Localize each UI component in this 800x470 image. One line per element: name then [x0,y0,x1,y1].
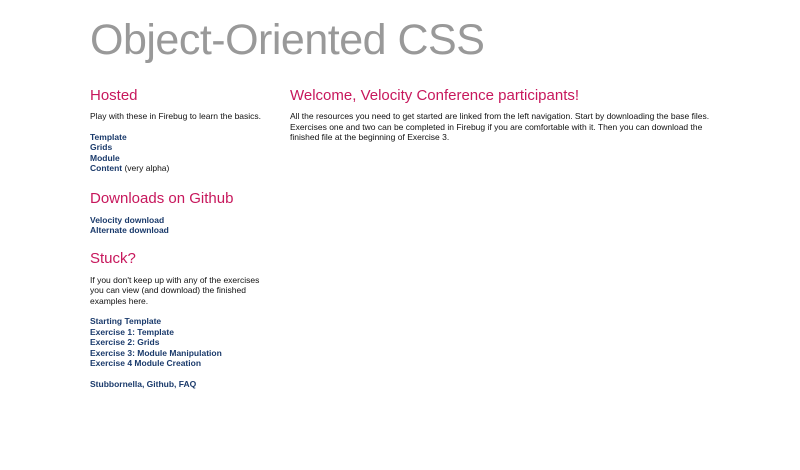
exercise-2-link[interactable]: Exercise 2: Grids [90,337,159,347]
site-title: Object-Oriented CSS [90,16,485,64]
starting-template-link[interactable]: Starting Template [90,316,161,326]
list-item: Content (very alpha) [90,163,270,174]
grids-link[interactable]: Grids [90,142,112,152]
hosted-heading: Hosted [90,87,138,104]
main-content: Welcome, Velocity Conference participant… [290,86,710,143]
welcome-body: All the resources you need to get starte… [290,111,710,142]
content-link[interactable]: Content [90,163,122,173]
alternate-download-link[interactable]: Alternate download [90,225,169,235]
exercise-link-list: Starting Template Exercise 1: Template E… [90,316,270,369]
exercise-3-link[interactable]: Exercise 3: Module Manipulation [90,348,222,358]
list-item: Exercise 1: Template [90,327,270,338]
list-item: Module [90,153,270,164]
list-item: Exercise 4 Module Creation [90,358,270,369]
downloads-heading: Downloads on Github [90,189,234,207]
list-item: Alternate download [90,225,270,236]
stuck-heading: Stuck? [90,249,136,267]
hosted-link-list: Template Grids Module Content (very alph… [90,132,270,174]
content-note: (very alpha) [122,163,170,173]
exercise-4-link[interactable]: Exercise 4 Module Creation [90,358,201,368]
hosted-section: Hosted Play with these in Firebug to lea… [90,86,270,174]
downloads-section: Downloads on Github Velocity download Al… [90,189,270,236]
template-link[interactable]: Template [90,132,127,142]
list-item: Exercise 2: Grids [90,337,270,348]
list-item: Starting Template [90,316,270,327]
list-item: Velocity download [90,215,270,226]
velocity-download-link[interactable]: Velocity download [90,215,164,225]
stuck-intro: If you don't keep up with any of the exe… [90,274,260,306]
stuck-section: Stuck? If you don't keep up with any of … [90,249,270,390]
hosted-intro: Play with these in Firebug to learn the … [90,111,262,121]
misc-link-list: Stubbornella, Github, FAQ [90,379,270,390]
exercise-1-link[interactable]: Exercise 1: Template [90,327,174,337]
list-item: Template [90,132,270,143]
downloads-link-list: Velocity download Alternate download [90,215,270,236]
welcome-heading: Welcome, Velocity Conference participant… [290,87,580,104]
module-link[interactable]: Module [90,153,120,163]
sidebar: Hosted Play with these in Firebug to lea… [90,86,270,389]
page: Object-Oriented CSS Hosted Play with the… [0,0,800,470]
list-item: Exercise 3: Module Manipulation [90,348,270,359]
list-item: Grids [90,142,270,153]
stubbornella-github-faq-link[interactable]: Stubbornella, Github, FAQ [90,379,196,389]
list-item: Stubbornella, Github, FAQ [90,379,270,390]
